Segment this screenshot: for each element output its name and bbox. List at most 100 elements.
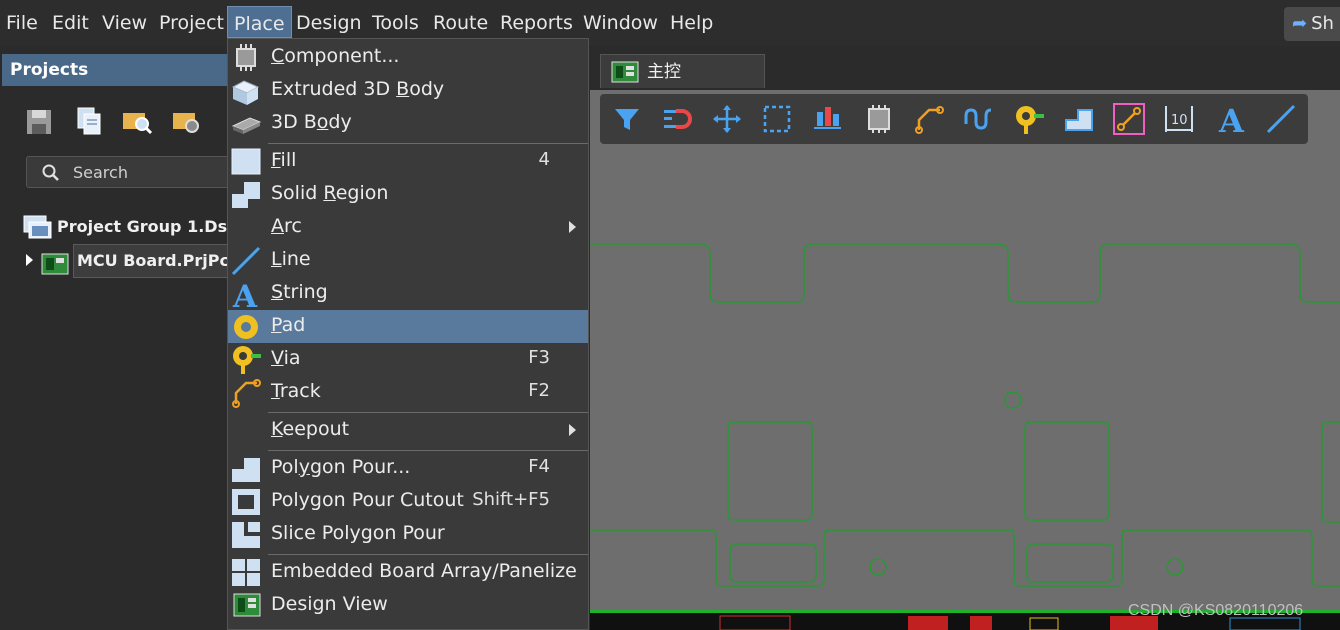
select-rectangle-icon[interactable] xyxy=(760,102,794,136)
place-via-icon[interactable] xyxy=(1012,102,1046,136)
project-label: MCU Board.PrjPcb xyxy=(73,244,248,278)
menu-item-design-view[interactable]: Design View xyxy=(228,589,588,622)
menu-item-3d-body[interactable]: 3D Body xyxy=(228,107,588,140)
menu-separator xyxy=(268,412,588,413)
tab-pcbdoc[interactable]: 主控板.PcbDoc xyxy=(600,54,765,116)
3d-body-icon xyxy=(231,117,262,134)
menu-item-shortcut: Shift+F5 xyxy=(472,489,550,510)
menu-item-pad[interactable]: Pad xyxy=(228,310,588,343)
dimension-icon[interactable]: 10 xyxy=(1162,102,1196,136)
expand-arrow-icon[interactable] xyxy=(26,254,33,266)
embedded-board-array-icon xyxy=(232,559,260,586)
pcb-canvas[interactable] xyxy=(590,90,1340,630)
save-icon[interactable] xyxy=(22,104,56,138)
share-button[interactable]: ➦ Sh xyxy=(1284,7,1340,41)
menu-window[interactable]: Window xyxy=(577,6,664,38)
menu-item-fill[interactable]: Fill 4 xyxy=(228,145,588,178)
menu-item-label: Polygon Pour Cutout xyxy=(271,489,464,511)
menu-item-polygon-pour[interactable]: Polygon Pour... F4 xyxy=(228,452,588,485)
menu-item-label: Component... xyxy=(271,45,400,67)
menu-reports[interactable]: Reports xyxy=(494,6,579,38)
interactive-routing-magnet-icon[interactable] xyxy=(660,102,694,136)
line-highlight-icon[interactable] xyxy=(1112,102,1146,136)
menu-edit[interactable]: Edit xyxy=(46,6,95,38)
pad-icon xyxy=(234,315,258,339)
menu-item-track[interactable]: Track F2 xyxy=(228,376,588,409)
tune-length-icon[interactable] xyxy=(962,102,996,136)
menu-place[interactable]: Place xyxy=(227,6,292,38)
align-icon[interactable] xyxy=(810,102,844,136)
menu-item-embedded-board-array[interactable]: Embedded Board Array/Panelize xyxy=(228,556,588,589)
extruded-3d-body-icon xyxy=(231,80,260,105)
open-folder-search-icon[interactable] xyxy=(120,104,154,138)
menu-item-string[interactable]: A String xyxy=(228,277,588,310)
route-track-icon[interactable] xyxy=(912,102,946,136)
menu-item-component[interactable]: Component... xyxy=(228,41,588,74)
project-group-label: Project Group 1.DsnV xyxy=(57,217,251,236)
menu-view[interactable]: View xyxy=(96,6,153,38)
menu-item-solid-region[interactable]: Solid Region xyxy=(228,178,588,211)
menu-item-extruded-3d-body[interactable]: Extruded 3D Body xyxy=(228,74,588,107)
component-icon xyxy=(236,44,256,71)
menu-item-label: Solid Region xyxy=(271,182,389,204)
menu-design[interactable]: Design xyxy=(290,6,368,38)
slice-polygon-pour-icon xyxy=(232,522,260,548)
menu-item-label: 3D Body xyxy=(271,111,352,133)
projects-search-box[interactable]: Search xyxy=(26,156,236,188)
fill-icon xyxy=(231,148,261,175)
folder-settings-icon[interactable] xyxy=(170,104,204,138)
menu-item-arc[interactable]: Arc xyxy=(228,211,588,244)
menu-separator xyxy=(268,450,588,451)
projects-panel: Projects Search Project Group 1.DsnV MCU… xyxy=(0,46,251,630)
menu-item-keepout[interactable]: Keepout xyxy=(228,414,588,447)
menu-file[interactable]: File xyxy=(0,6,44,38)
menu-project[interactable]: Project xyxy=(153,6,230,38)
menu-item-label: Embedded Board Array/Panelize xyxy=(271,560,577,582)
menu-item-slice-polygon-pour[interactable]: Slice Polygon Pour xyxy=(228,518,588,551)
menu-item-via[interactable]: Via F3 xyxy=(228,343,588,376)
line-icon[interactable] xyxy=(1264,102,1298,136)
menu-item-label: Track xyxy=(271,380,321,402)
menu-help[interactable]: Help xyxy=(664,6,719,38)
menu-item-shortcut: F3 xyxy=(528,347,550,368)
menu-item-shortcut: F4 xyxy=(528,456,550,477)
menu-route[interactable]: Route xyxy=(427,6,494,38)
menu-item-shortcut: 4 xyxy=(538,149,550,170)
board-outline-drawing xyxy=(590,243,1340,630)
line-icon xyxy=(231,246,261,276)
pcb-project-icon xyxy=(41,253,69,275)
text-icon[interactable]: A xyxy=(1214,102,1248,136)
search-placeholder: Search xyxy=(73,163,128,182)
submenu-arrow-icon xyxy=(569,424,576,436)
string-icon: A xyxy=(232,279,258,309)
svg-text:10: 10 xyxy=(1171,113,1188,128)
filter-icon[interactable] xyxy=(610,102,644,136)
project-group-icon xyxy=(23,215,52,239)
share-arrow-icon: ➦ xyxy=(1292,13,1308,34)
menu-bar: File Edit View Project Place Design Tool… xyxy=(0,0,1340,47)
design-view-icon xyxy=(233,593,261,617)
menu-item-polygon-pour-cutout[interactable]: Polygon Pour Cutout Shift+F5 xyxy=(228,485,588,518)
menu-item-shortcut: F2 xyxy=(528,380,550,401)
track-icon xyxy=(232,379,261,408)
menu-item-label: Polygon Pour... xyxy=(271,456,411,478)
menu-item-label: String xyxy=(271,281,328,303)
menu-item-label: Extruded 3D Body xyxy=(271,78,445,100)
copy-documents-icon[interactable] xyxy=(72,104,106,138)
watermark: CSDN @KS0820110206 xyxy=(1128,602,1304,619)
place-menu-dropdown: Component... Extruded 3D Body 3D Body Fi… xyxy=(227,38,589,630)
menu-item-label: Via xyxy=(271,347,301,369)
menu-item-label: Line xyxy=(271,248,311,270)
menu-tools[interactable]: Tools xyxy=(366,6,425,38)
menu-item-label: Slice Polygon Pour xyxy=(271,522,445,544)
region-icon[interactable] xyxy=(1062,102,1096,136)
submenu-arrow-icon xyxy=(569,221,576,233)
document-area: 主控板.PcbDoc xyxy=(590,46,1340,630)
menu-item-label: Pad xyxy=(271,314,306,336)
menu-item-label: Design View xyxy=(271,593,388,615)
svg-text:A: A xyxy=(1218,102,1245,136)
place-component-icon[interactable] xyxy=(862,102,896,136)
menu-item-line[interactable]: Line xyxy=(228,244,588,277)
menu-item-label: Arc xyxy=(271,215,302,237)
move-icon[interactable] xyxy=(710,102,744,136)
